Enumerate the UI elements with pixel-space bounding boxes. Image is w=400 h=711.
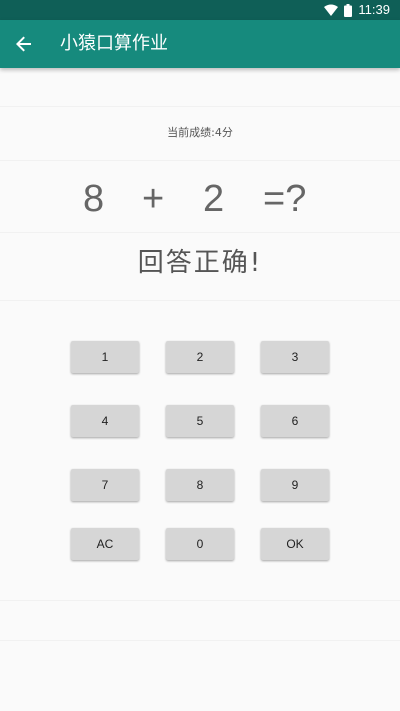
key-3-button[interactable]: 3 [261,341,329,373]
divider [0,160,400,161]
app-bar: 小猿口算作业 [0,20,400,68]
key-8-button[interactable]: 8 [166,469,234,501]
status-icons: 11:39 [324,2,390,18]
key-9-button[interactable]: 9 [261,469,329,501]
wifi-icon [324,4,339,16]
divider [0,106,400,107]
status-bar: 11:39 [0,0,400,20]
clear-button[interactable]: AC [71,528,139,560]
key-5-button[interactable]: 5 [166,405,234,437]
key-4-button[interactable]: 4 [71,405,139,437]
key-0-button[interactable]: 0 [166,528,234,560]
equals-question: =? [263,178,307,220]
operator: + [142,178,165,220]
status-clock: 11:39 [358,2,390,17]
ok-button[interactable]: OK [261,528,329,560]
answer-result: 回答正确! [137,248,263,278]
key-7-button[interactable]: 7 [71,469,139,501]
arrow-left-icon [16,36,31,52]
app-title: 小猿口算作业 [60,33,168,54]
divider [0,232,400,233]
battery-icon [344,3,353,17]
key-1-button[interactable]: 1 [71,341,139,373]
key-6-button[interactable]: 6 [261,405,329,437]
key-2-button[interactable]: 2 [166,341,234,373]
operand-a: 8 [83,178,105,220]
score-text: 当前成绩:4分 [167,126,233,139]
operand-b: 2 [203,178,225,220]
divider [0,600,400,601]
back-button[interactable] [8,28,40,60]
divider [0,640,400,641]
divider [0,300,400,301]
equation: 8 + 2 =? [0,174,400,224]
